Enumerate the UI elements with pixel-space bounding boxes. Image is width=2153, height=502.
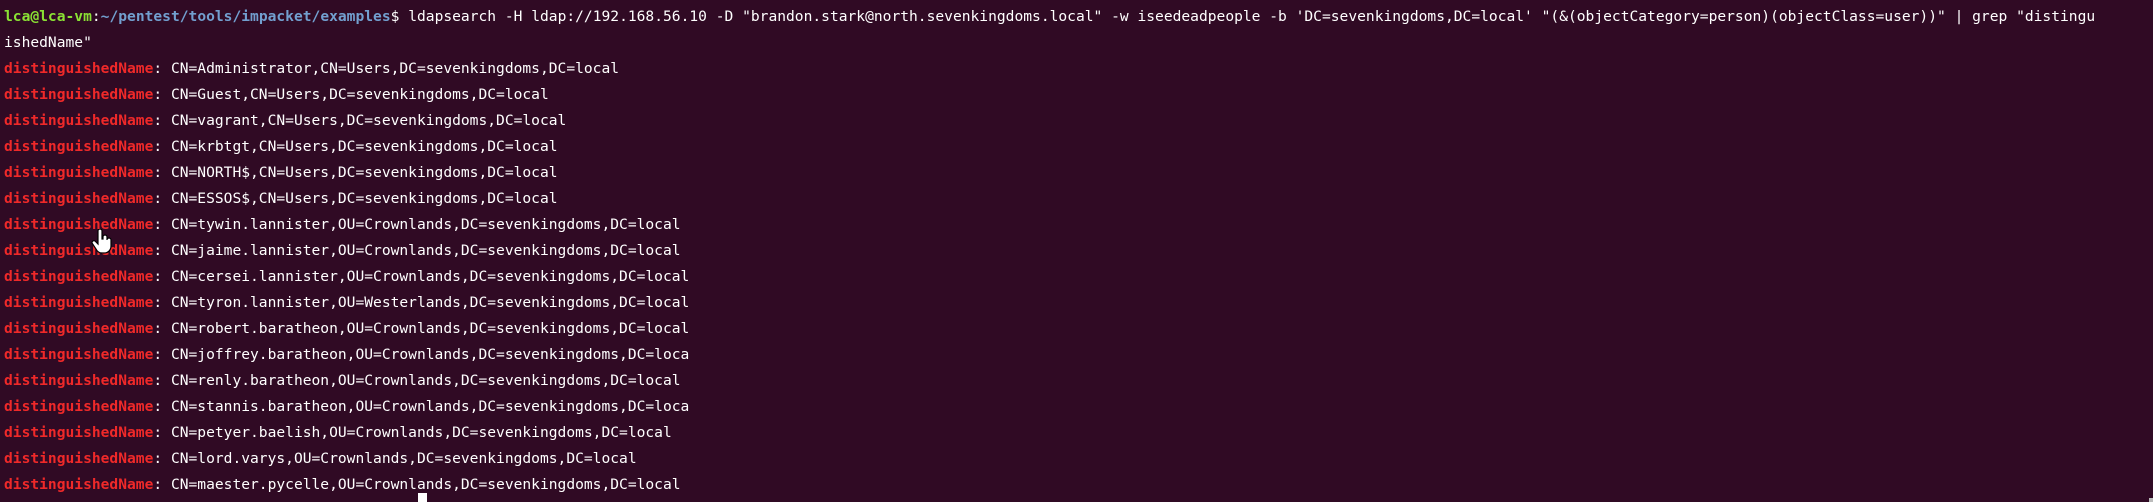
output-line: distinguishedName: CN=vagrant,CN=Users,D… (4, 108, 2153, 134)
output-value: : CN=ESSOS$,CN=Users,DC=sevenkingdoms,DC… (153, 190, 558, 207)
output-value: : CN=lord.varys,OU=Crownlands,DC=sevenki… (153, 450, 637, 467)
output-value: : CN=maester.pycelle,OU=Crownlands,DC=se… (153, 476, 681, 493)
output-value: : CN=Guest,CN=Users,DC=sevenkingdoms,DC=… (153, 86, 549, 103)
prompt-path: ~/pentest/tools/impacket/examples (100, 8, 391, 25)
grep-match-label: distinguishedName (4, 450, 154, 467)
output-value: : CN=robert.baratheon,OU=Crownlands,DC=s… (153, 320, 690, 337)
output-value: : CN=NORTH$,CN=Users,DC=sevenkingdoms,DC… (153, 164, 558, 181)
output-value: : CN=Administrator,CN=Users,DC=sevenking… (153, 60, 620, 77)
grep-match-label: distinguishedName (4, 60, 154, 77)
grep-match-label: distinguishedName (4, 294, 154, 311)
grep-match-label: distinguishedName (4, 164, 154, 181)
output-line: distinguishedName: CN=maester.pycelle,OU… (4, 472, 2153, 498)
grep-match-label: distinguishedName (4, 476, 154, 493)
terminal-window[interactable]: lca@lca-vm:~/pentest/tools/impacket/exam… (0, 0, 2153, 502)
prompt-user-host: lca@lca-vm (4, 8, 92, 25)
grep-match-label: distinguishedName (4, 138, 154, 155)
output-value: : CN=joffrey.baratheon,OU=Crownlands,DC=… (153, 346, 690, 363)
command-line-wrap: ishedName" (4, 34, 92, 51)
hand-pointer-icon (91, 229, 112, 254)
grep-match-label: distinguishedName (4, 86, 154, 103)
grep-match-label: distinguishedName (4, 346, 154, 363)
prompt-separator: : (91, 8, 101, 25)
output-line: distinguishedName: CN=krbtgt,CN=Users,DC… (4, 134, 2153, 160)
output-line: distinguishedName: CN=tywin.lannister,OU… (4, 212, 2153, 238)
output-value: : CN=renly.baratheon,OU=Crownlands,DC=se… (153, 372, 681, 389)
output-line: distinguishedName: CN=jaime.lannister,OU… (4, 238, 2153, 264)
output-value: : CN=stannis.baratheon,OU=Crownlands,DC=… (153, 398, 690, 415)
grep-match-label: distinguishedName (4, 320, 154, 337)
output-line: distinguishedName: CN=renly.baratheon,OU… (4, 368, 2153, 394)
output-value: : CN=krbtgt,CN=Users,DC=sevenkingdoms,DC… (153, 138, 558, 155)
grep-match-label: distinguishedName (4, 398, 154, 415)
output-line: distinguishedName: CN=Administrator,CN=U… (4, 56, 2153, 82)
output-value: : CN=jaime.lannister,OU=Crownlands,DC=se… (153, 242, 681, 259)
output-value: : CN=tyron.lannister,OU=Westerlands,DC=s… (153, 294, 690, 311)
output-line: distinguishedName: CN=lord.varys,OU=Crow… (4, 446, 2153, 472)
output-line: distinguishedName: CN=Guest,CN=Users,DC=… (4, 82, 2153, 108)
grep-match-label: distinguishedName (4, 372, 154, 389)
command-output: distinguishedName: CN=Administrator,CN=U… (4, 56, 2153, 498)
grep-match-label: distinguishedName (4, 190, 154, 207)
grep-match-label: distinguishedName (4, 242, 154, 259)
output-value: : CN=vagrant,CN=Users,DC=sevenkingdoms,D… (153, 112, 567, 129)
output-line: distinguishedName: CN=robert.baratheon,O… (4, 316, 2153, 342)
output-line: distinguishedName: CN=ESSOS$,CN=Users,DC… (4, 186, 2153, 212)
output-line: distinguishedName: CN=cersei.lannister,O… (4, 264, 2153, 290)
output-value: : CN=cersei.lannister,OU=Crownlands,DC=s… (153, 268, 690, 285)
grep-match-label: distinguishedName (4, 268, 154, 285)
output-value: : CN=tywin.lannister,OU=Crownlands,DC=se… (153, 216, 681, 233)
command-line: lca@lca-vm:~/pentest/tools/impacket/exam… (4, 4, 2153, 30)
text-cursor (418, 493, 427, 502)
output-line: distinguishedName: CN=stannis.baratheon,… (4, 394, 2153, 420)
output-line: distinguishedName: CN=joffrey.baratheon,… (4, 342, 2153, 368)
scrollbar-indicator[interactable] (2149, 498, 2153, 502)
command-text: ldapsearch -H ldap://192.168.56.10 -D "b… (399, 8, 2096, 25)
grep-match-label: distinguishedName (4, 112, 154, 129)
output-line: distinguishedName: CN=tyron.lannister,OU… (4, 290, 2153, 316)
output-line: distinguishedName: CN=NORTH$,CN=Users,DC… (4, 160, 2153, 186)
output-value: : CN=petyer.baelish,OU=Crownlands,DC=sev… (153, 424, 672, 441)
grep-match-label: distinguishedName (4, 216, 154, 233)
grep-match-label: distinguishedName (4, 424, 154, 441)
output-line: distinguishedName: CN=petyer.baelish,OU=… (4, 420, 2153, 446)
